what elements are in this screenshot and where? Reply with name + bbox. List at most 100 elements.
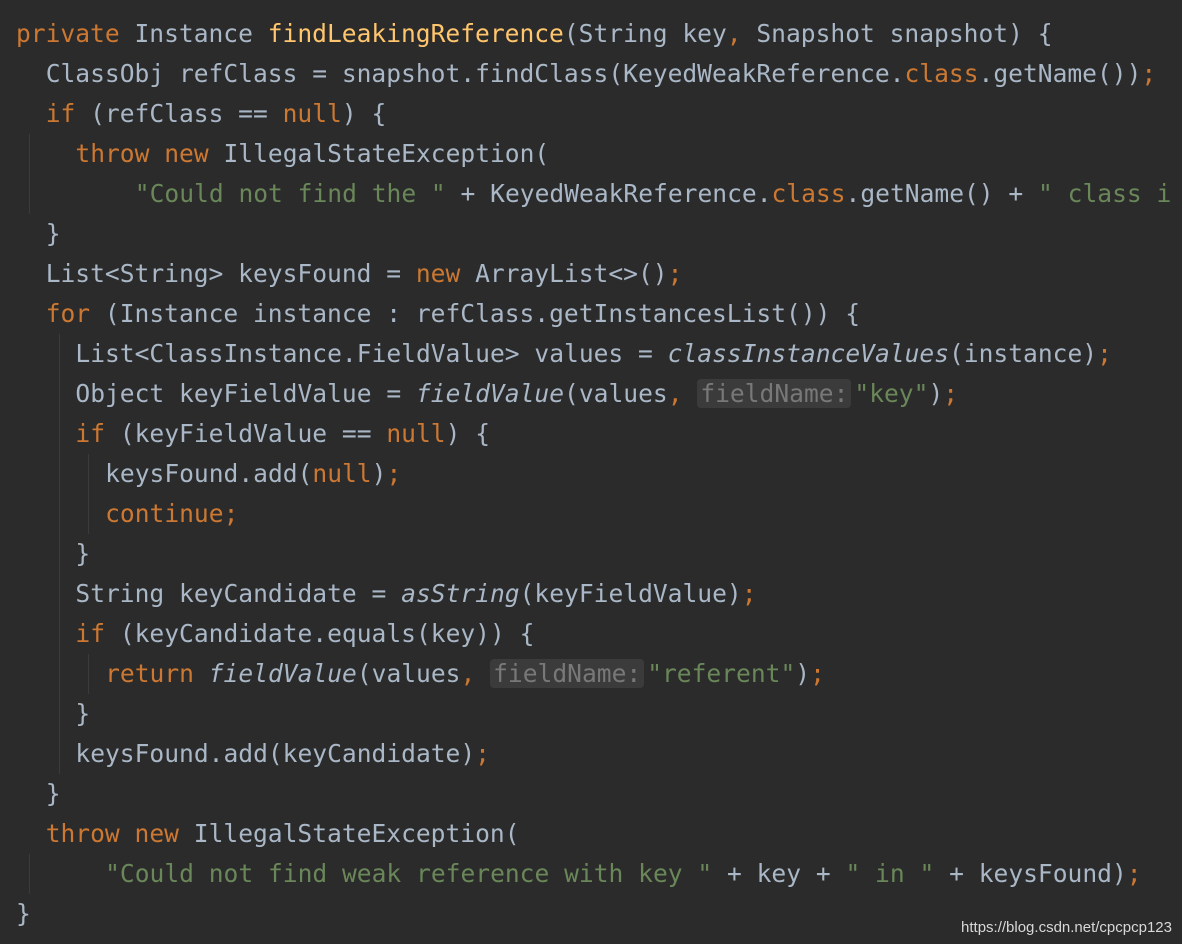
code-token: " class i	[1038, 179, 1172, 208]
code-token: )	[928, 379, 944, 408]
code-line[interactable]: if (keyCandidate.equals(key)) {	[75, 614, 534, 654]
parameter-hint: fieldName:	[697, 379, 852, 408]
code-token: ) {	[341, 99, 387, 128]
code-token: fieldValue	[208, 659, 357, 688]
indent-guide	[29, 854, 30, 894]
code-token: + key +	[712, 859, 846, 888]
code-token: new	[415, 259, 461, 288]
code-token: (values	[564, 379, 668, 408]
code-token: " in "	[845, 859, 935, 888]
code-editor[interactable]: private Instance findLeakingReference(St…	[0, 0, 1182, 944]
code-token: "referent"	[647, 659, 796, 688]
code-line[interactable]: Object keyFieldValue = fieldValue(values…	[75, 374, 958, 414]
code-line[interactable]: }	[16, 894, 31, 934]
code-token: (Instance instance : refClass.getInstanc…	[90, 299, 861, 328]
code-line[interactable]: throw new IllegalStateException(	[46, 814, 520, 854]
code-token: for	[45, 299, 91, 328]
code-line[interactable]: String keyCandidate = asString(keyFieldV…	[75, 574, 756, 614]
code-token: ArrayList<>()	[460, 259, 668, 288]
indent-guide	[88, 654, 90, 694]
code-token: asString	[401, 579, 520, 608]
code-token: ,	[460, 659, 476, 688]
code-token: ;	[667, 259, 683, 288]
code-line[interactable]: for (Instance instance : refClass.getIns…	[46, 294, 860, 334]
code-line[interactable]: return fieldValue(values, fieldName: "ref…	[105, 654, 825, 694]
code-token: ;	[223, 499, 239, 528]
code-token: new	[134, 819, 179, 848]
code-token: (keyCandidate.equals(key)) {	[105, 619, 535, 648]
code-token: keysFound.add(	[105, 459, 313, 488]
code-token: ;	[475, 739, 490, 768]
code-token: IllegalStateException(	[178, 819, 520, 848]
code-line[interactable]: if (refClass == null) {	[46, 94, 387, 134]
code-token: (refClass ==	[75, 99, 283, 128]
code-line[interactable]: private Instance findLeakingReference(St…	[16, 14, 1053, 54]
code-token: IllegalStateException(	[208, 139, 550, 168]
code-token: keysFound.add(keyCandidate)	[75, 739, 476, 768]
code-token: classInstanceValues	[667, 339, 949, 368]
code-line[interactable]: throw new IllegalStateException(	[75, 134, 549, 174]
code-line[interactable]: keysFound.add(null);	[105, 454, 401, 494]
code-token: private	[16, 19, 120, 48]
code-line[interactable]: }	[46, 774, 61, 814]
code-token: (keyFieldValue)	[519, 579, 742, 608]
code-token: + KeyedWeakReference.	[445, 179, 772, 208]
code-token: .getName())	[978, 59, 1142, 88]
code-line[interactable]: List<ClassInstance.FieldValue> values = …	[75, 334, 1112, 374]
code-token: "Could not find weak reference with key …	[105, 859, 713, 888]
code-token: List<ClassInstance.FieldValue> values =	[75, 339, 668, 368]
code-token: List<String> keysFound =	[45, 259, 416, 288]
code-line[interactable]: continue;	[105, 494, 238, 534]
code-token: Snapshot snapshot) {	[741, 19, 1053, 48]
watermark-url: https://blog.csdn.net/cpcpcp123	[961, 919, 1172, 936]
code-token: ,	[726, 19, 742, 48]
code-token: + keysFound)	[934, 859, 1127, 888]
code-line[interactable]: ClassObj refClass = snapshot.findClass(K…	[46, 54, 1157, 94]
code-token: null	[312, 459, 372, 488]
code-token: (values	[356, 659, 461, 688]
code-token: if	[45, 99, 76, 128]
code-line[interactable]: "Could not find the " + KeyedWeakReferen…	[135, 174, 1172, 214]
indent-guide	[29, 134, 30, 214]
code-line[interactable]: "Could not find weak reference with key …	[105, 854, 1142, 894]
parameter-hint: fieldName:	[490, 659, 645, 688]
code-token: null	[386, 419, 446, 448]
indent-guide	[58, 334, 60, 774]
code-token: ;	[1141, 59, 1157, 88]
code-line[interactable]: if (keyFieldValue == null) {	[75, 414, 490, 454]
code-token: Instance	[119, 19, 268, 48]
code-line[interactable]: keysFound.add(keyCandidate);	[75, 734, 490, 774]
code-line[interactable]: List<String> keysFound = new ArrayList<>…	[46, 254, 683, 294]
code-token: continue	[105, 499, 224, 528]
code-token: String keyCandidate =	[75, 579, 402, 608]
code-token: throw	[75, 139, 150, 168]
code-token: ,	[667, 379, 683, 408]
code-token: class	[904, 59, 979, 88]
code-token: )	[795, 659, 811, 688]
code-token: .getName() +	[845, 179, 1039, 208]
code-token: ClassObj refClass = snapshot.findClass(K…	[45, 59, 905, 88]
code-token: }	[45, 779, 61, 808]
code-token: findLeakingReference	[267, 19, 564, 48]
code-token: }	[45, 219, 61, 248]
code-token: ;	[386, 459, 402, 488]
code-token: }	[75, 539, 91, 568]
code-line[interactable]: }	[46, 214, 61, 254]
code-line[interactable]: }	[75, 534, 90, 574]
code-token: ) {	[445, 419, 490, 448]
code-token: (keyFieldValue ==	[105, 419, 387, 448]
code-token: ;	[1126, 859, 1142, 888]
code-line[interactable]: }	[75, 694, 90, 734]
code-token: return	[105, 659, 194, 688]
code-token: ;	[741, 579, 757, 608]
code-token: (instance)	[949, 339, 1098, 368]
code-token: }	[16, 899, 31, 928]
code-token: new	[164, 139, 209, 168]
code-token: ;	[810, 659, 825, 688]
code-token: class	[771, 179, 846, 208]
code-token: "Could not find the "	[134, 179, 446, 208]
code-token: if	[75, 419, 106, 448]
